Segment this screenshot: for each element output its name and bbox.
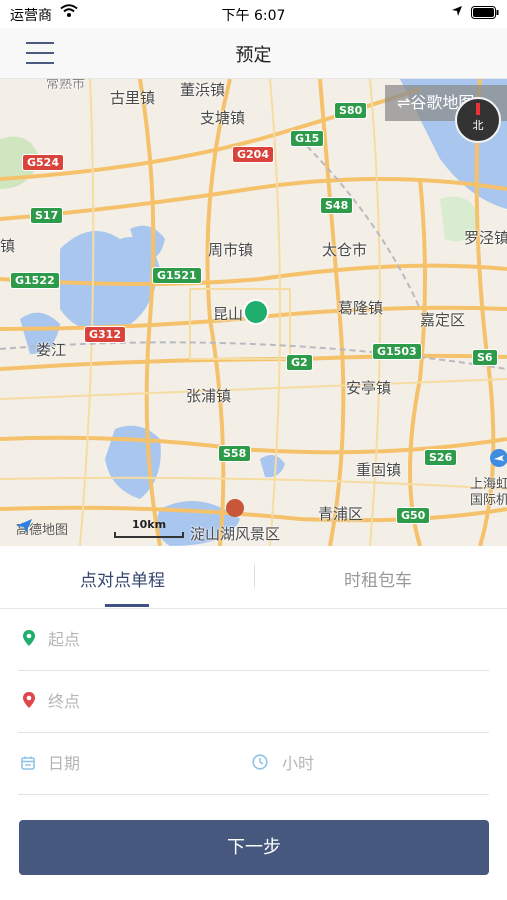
end-location-row bbox=[18, 670, 489, 733]
map-label: 董浜镇 bbox=[180, 81, 226, 99]
road-shield: S80 bbox=[334, 102, 368, 119]
map-label: 古里镇 bbox=[110, 89, 156, 107]
compass-needle-icon bbox=[476, 103, 480, 115]
road-shield: S26 bbox=[424, 449, 458, 466]
tab-hourly-rental[interactable]: 时租包车 bbox=[344, 566, 412, 591]
map-scale-bar bbox=[114, 532, 184, 538]
gaode-logo: 高德地图 bbox=[16, 519, 68, 538]
airport-icon bbox=[490, 449, 507, 467]
road-shield: G15 bbox=[290, 130, 325, 147]
map-label: 安亭镇 bbox=[346, 379, 392, 397]
current-location-marker[interactable] bbox=[243, 299, 269, 325]
page-title: 预定 bbox=[235, 45, 272, 66]
status-bar: 运营商 下午 6:07 bbox=[0, 0, 507, 28]
map-label: 重固镇 bbox=[356, 461, 402, 479]
map-label: 国际机 bbox=[470, 493, 507, 508]
road-shield: G204 bbox=[232, 146, 274, 163]
road-shield: S48 bbox=[320, 197, 354, 214]
map-label: 支塘镇 bbox=[200, 109, 246, 127]
calendar-icon bbox=[21, 756, 35, 770]
road-shield: G1522 bbox=[10, 272, 60, 289]
road-shield: S58 bbox=[218, 445, 252, 462]
clock-icon bbox=[252, 754, 268, 770]
map-label: 昆山 bbox=[213, 305, 244, 323]
map-label: 罗泾镇 bbox=[464, 229, 507, 247]
clock: 下午 6:07 bbox=[221, 8, 286, 24]
end-pin-icon bbox=[23, 692, 35, 708]
scenic-poi-icon[interactable] bbox=[226, 499, 244, 517]
road-shield: S6 bbox=[472, 349, 498, 366]
start-location-input[interactable] bbox=[46, 625, 450, 653]
tab-point-to-point[interactable]: 点对点单程 bbox=[80, 566, 165, 591]
start-pin-icon bbox=[23, 630, 35, 646]
date-input[interactable] bbox=[46, 749, 230, 777]
map-label: 娄江 bbox=[36, 341, 67, 359]
start-location-row bbox=[18, 608, 489, 671]
map-label: 镇 bbox=[0, 237, 16, 255]
map-label: 张浦镇 bbox=[186, 387, 232, 405]
battery-icon bbox=[471, 6, 499, 19]
road-shield: S17 bbox=[30, 207, 64, 224]
road-shield: G50 bbox=[396, 507, 431, 524]
road-shield: G524 bbox=[22, 154, 64, 171]
map-label: 葛隆镇 bbox=[338, 299, 384, 317]
next-step-button[interactable]: 下一步 bbox=[19, 820, 489, 875]
road-shield: G1503 bbox=[372, 343, 422, 360]
map-label: 青浦区 bbox=[318, 505, 364, 523]
tab-divider bbox=[254, 564, 255, 588]
map-label: 常熟市 bbox=[46, 79, 86, 92]
location-arrow-icon bbox=[452, 6, 462, 16]
map-scale: 10km bbox=[114, 518, 184, 538]
booking-type-tabs: 点对点单程 时租包车 bbox=[0, 546, 507, 609]
map-label: 周市镇 bbox=[208, 241, 254, 259]
compass-north-label: 北 bbox=[472, 119, 484, 132]
map-scale-label: 10km bbox=[132, 518, 167, 531]
map-view[interactable]: 常熟市 古里镇 董浜镇 支塘镇 周市镇 太仓市 罗泾镇 镇 昆山 葛隆镇 嘉定区… bbox=[0, 79, 507, 546]
map-label: 太仓市 bbox=[322, 241, 368, 259]
date-field[interactable] bbox=[18, 732, 248, 794]
road-shield: G312 bbox=[84, 326, 126, 343]
road-shield: G1521 bbox=[152, 267, 202, 284]
nav-bar: 预定 bbox=[0, 28, 507, 79]
hours-input[interactable] bbox=[280, 749, 464, 777]
gaode-logo-icon bbox=[16, 519, 32, 533]
hours-field[interactable] bbox=[252, 732, 489, 794]
end-location-input[interactable] bbox=[46, 687, 450, 715]
date-time-row bbox=[18, 732, 489, 795]
compass-button[interactable]: 北 bbox=[455, 97, 501, 143]
map-label: 嘉定区 bbox=[420, 311, 466, 329]
active-tab-indicator bbox=[105, 604, 149, 607]
road-shield: G2 bbox=[286, 354, 313, 371]
map-label: 淀山湖风景区 bbox=[190, 525, 281, 543]
